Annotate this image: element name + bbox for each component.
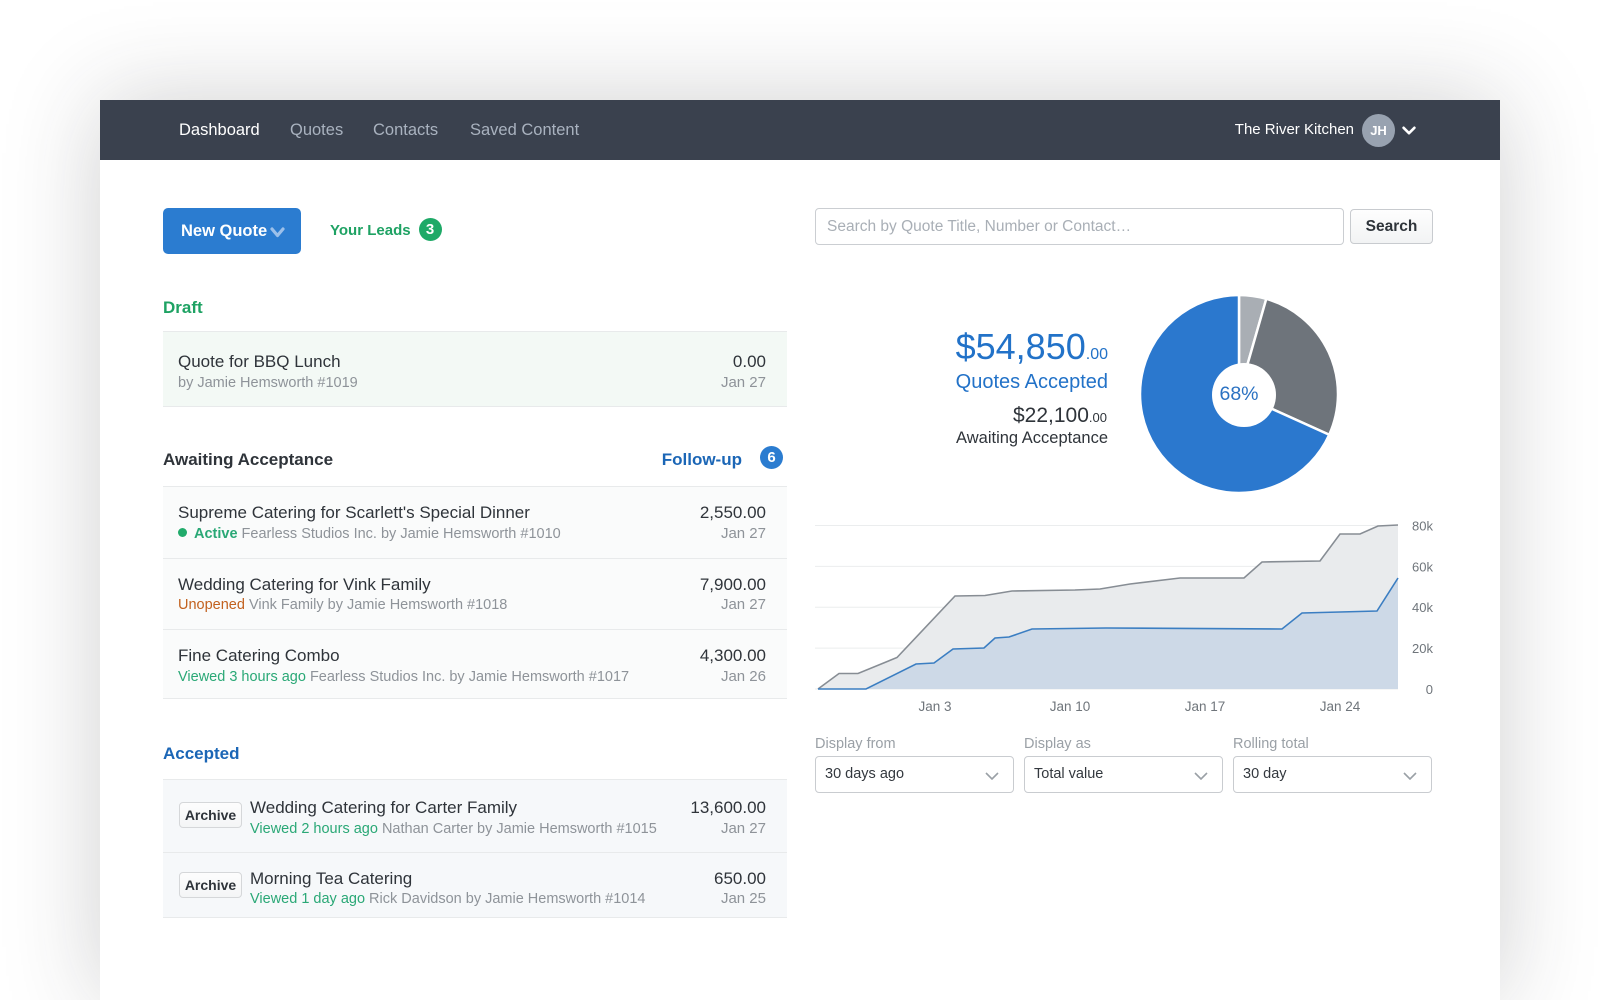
svg-text:60k: 60k — [1412, 559, 1433, 574]
svg-text:Jan 10: Jan 10 — [1050, 699, 1091, 714]
svg-text:80k: 80k — [1412, 519, 1433, 534]
svg-text:Jan 17: Jan 17 — [1185, 699, 1226, 714]
svg-text:20k: 20k — [1412, 641, 1433, 656]
svg-text:Jan 24: Jan 24 — [1320, 699, 1361, 714]
svg-text:Jan 3: Jan 3 — [918, 699, 951, 714]
svg-text:40k: 40k — [1412, 600, 1433, 615]
svg-text:0: 0 — [1426, 682, 1433, 697]
